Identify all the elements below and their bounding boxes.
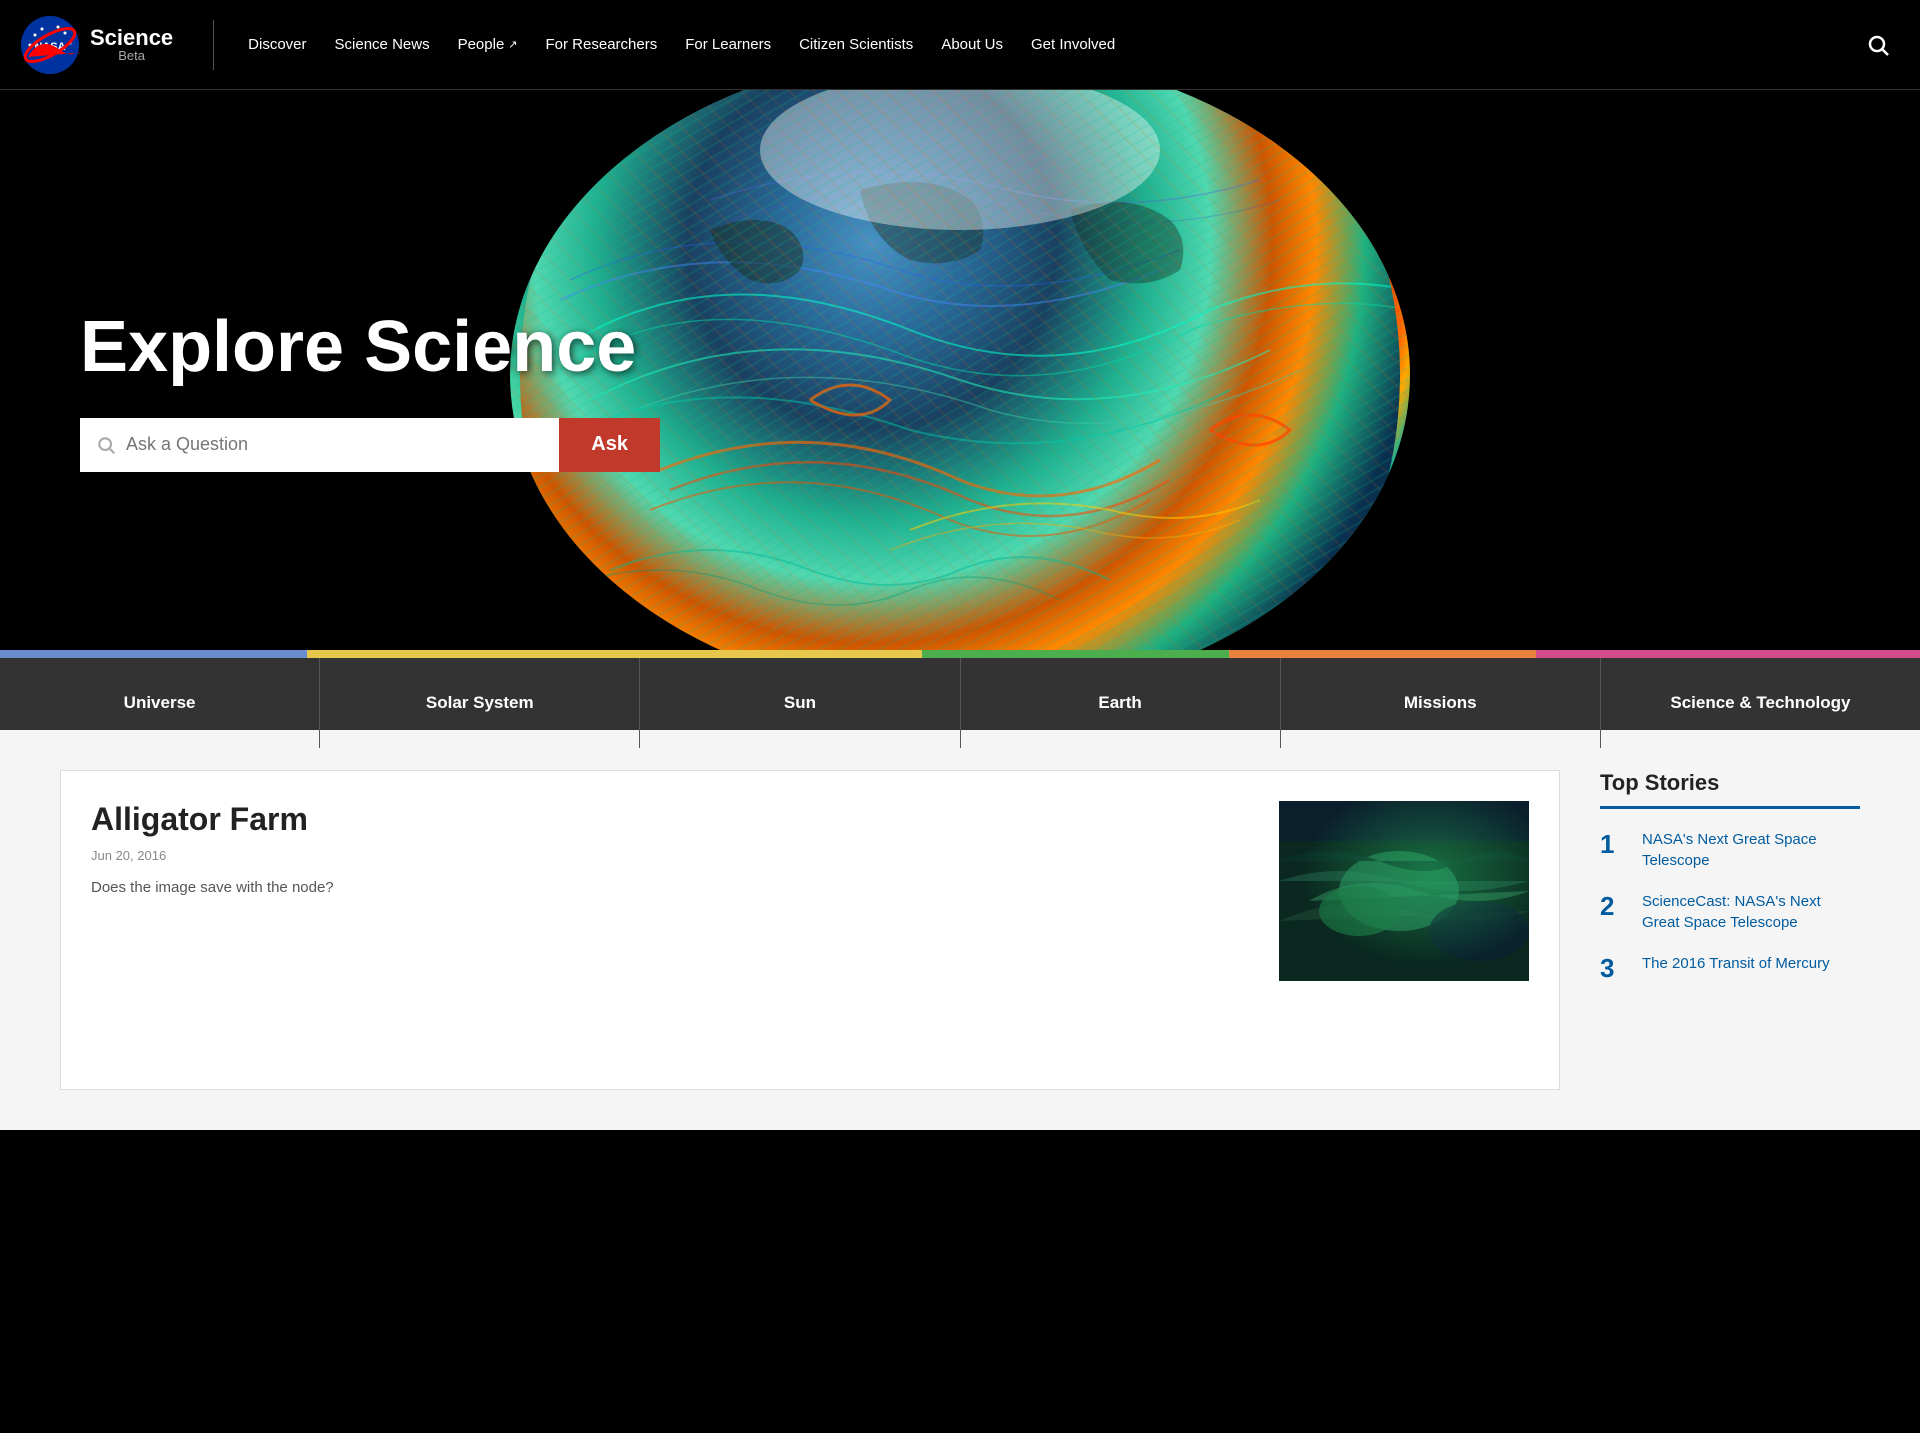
color-bar-science	[1536, 650, 1920, 658]
color-bar-solar	[307, 650, 614, 658]
nav-people[interactable]: People	[444, 0, 532, 90]
science-beta-logo: Science Beta	[90, 27, 173, 62]
article-text: Alligator Farm Jun 20, 2016 Does the ima…	[91, 801, 1249, 1059]
science-label: Science	[90, 27, 173, 49]
header-search-button[interactable]	[1856, 33, 1900, 57]
main-article: Alligator Farm Jun 20, 2016 Does the ima…	[60, 770, 1560, 1090]
search-input[interactable]	[126, 418, 543, 472]
hero-title: Explore Science	[80, 308, 660, 387]
category-nav: Universe Solar System Sun Earth Missions…	[0, 658, 1920, 730]
article-description: Does the image save with the node?	[91, 877, 1249, 900]
cat-sun[interactable]: Sun	[640, 658, 960, 748]
story-link-2[interactable]: ScienceCast: NASA's Next Great Space Tel…	[1642, 891, 1860, 933]
hero-content: Explore Science Ask	[0, 308, 740, 471]
nav-get-involved[interactable]: Get Involved	[1017, 0, 1129, 90]
story-item-2: 2 ScienceCast: NASA's Next Great Space T…	[1600, 891, 1860, 933]
color-bar-missions	[1229, 650, 1536, 658]
story-link-3[interactable]: The 2016 Transit of Mercury	[1642, 953, 1830, 974]
search-input-wrap	[80, 418, 559, 472]
cat-universe[interactable]: Universe	[0, 658, 320, 748]
beta-label: Beta	[90, 49, 173, 62]
search-bar: Ask	[80, 418, 660, 472]
cat-science-technology[interactable]: Science & Technology	[1601, 658, 1920, 748]
nasa-logo: NASA	[20, 15, 80, 75]
cat-solar-system[interactable]: Solar System	[320, 658, 640, 748]
header-divider	[213, 20, 214, 70]
nav-science-news[interactable]: Science News	[321, 0, 444, 90]
cat-earth[interactable]: Earth	[961, 658, 1281, 748]
nav-for-researchers[interactable]: For Researchers	[532, 0, 672, 90]
nav-for-learners[interactable]: For Learners	[671, 0, 785, 90]
story-link-1[interactable]: NASA's Next Great Space Telescope	[1642, 829, 1860, 871]
nav-citizen-scientists[interactable]: Citizen Scientists	[785, 0, 927, 90]
color-bar	[0, 650, 1920, 658]
story-item-1: 1 NASA's Next Great Space Telescope	[1600, 829, 1860, 871]
article-image	[1279, 801, 1529, 981]
color-bar-universe	[0, 650, 307, 658]
top-stories-heading: Top Stories	[1600, 770, 1860, 809]
search-icon	[1866, 33, 1890, 57]
site-header: NASA Science Beta Discover Science News …	[0, 0, 1920, 90]
nav-discover[interactable]: Discover	[234, 0, 320, 90]
article-date: Jun 20, 2016	[91, 848, 1249, 863]
sidebar: Top Stories 1 NASA's Next Great Space Te…	[1600, 770, 1860, 1090]
cat-missions[interactable]: Missions	[1281, 658, 1601, 748]
article-title: Alligator Farm	[91, 801, 1249, 838]
color-bar-sun	[614, 650, 921, 658]
nav-about-us[interactable]: About Us	[927, 0, 1017, 90]
story-num-3: 3	[1600, 953, 1628, 984]
main-nav: Discover Science News People For Researc…	[234, 0, 1856, 90]
ask-button[interactable]: Ask	[559, 418, 660, 472]
story-num-1: 1	[1600, 829, 1628, 860]
hero-section: Explore Science Ask	[0, 90, 1920, 650]
color-bar-earth	[922, 650, 1229, 658]
content-area: Alligator Farm Jun 20, 2016 Does the ima…	[0, 730, 1920, 1130]
story-item-3: 3 The 2016 Transit of Mercury	[1600, 953, 1860, 984]
story-num-2: 2	[1600, 891, 1628, 922]
search-icon-hero	[96, 435, 116, 455]
logo-area: NASA Science Beta	[20, 15, 173, 75]
